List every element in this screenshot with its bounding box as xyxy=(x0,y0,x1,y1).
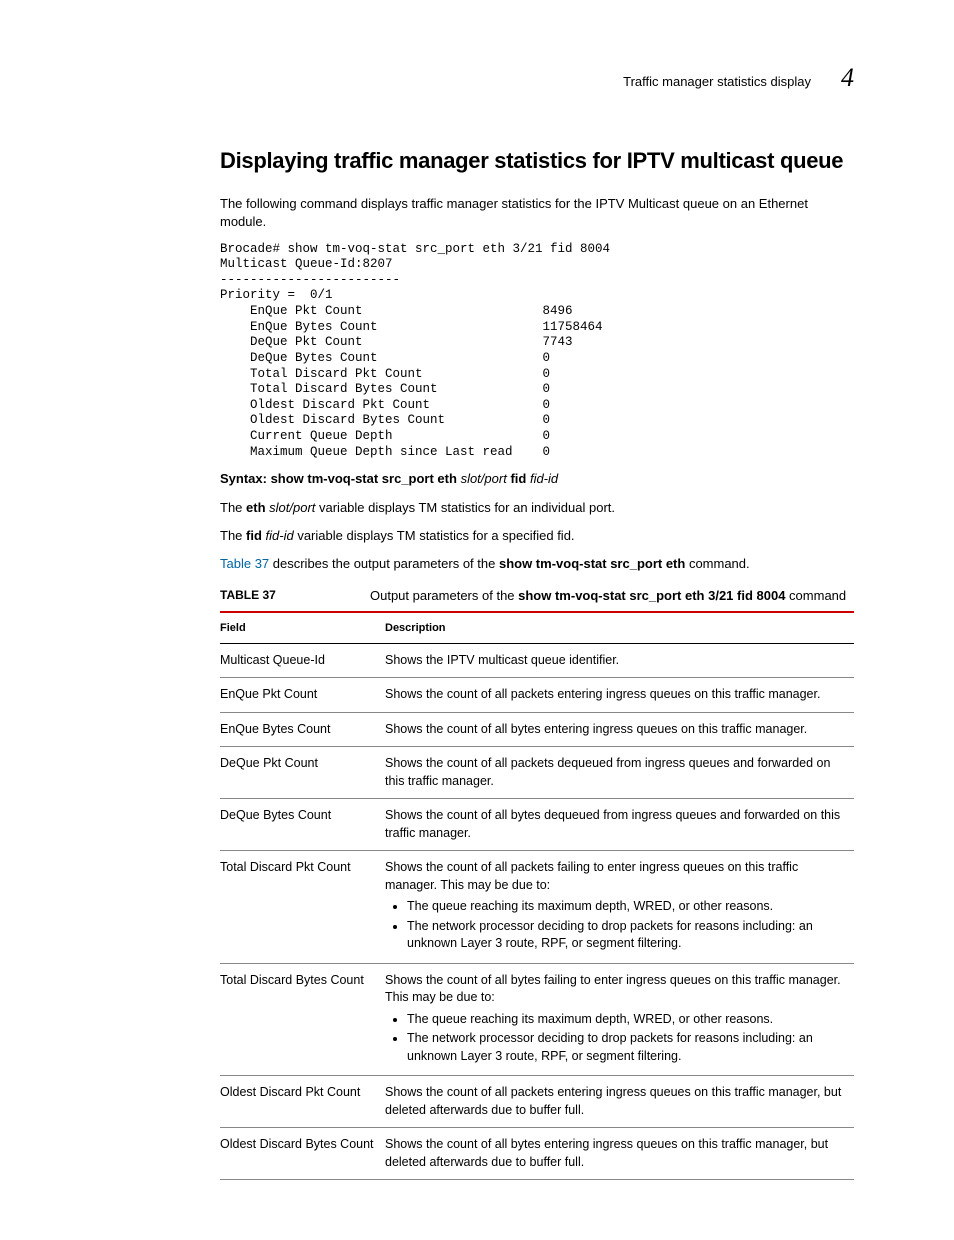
page-header: Traffic manager statistics display 4 xyxy=(100,60,854,96)
table-row: Total Discard Pkt Count Shows the count … xyxy=(220,851,854,964)
cell-desc: Shows the count of all packets failing t… xyxy=(385,851,854,964)
th-description: Description xyxy=(385,612,854,643)
section-title: Displaying traffic manager statistics fo… xyxy=(220,146,854,177)
cell-field: Oldest Discard Pkt Count xyxy=(220,1076,385,1128)
keyword: fid xyxy=(246,528,262,543)
cell-field: DeQue Pkt Count xyxy=(220,747,385,799)
header-number: 4 xyxy=(841,60,854,96)
list-item: The queue reaching its maximum depth, WR… xyxy=(407,898,844,916)
cell-field: Total Discard Bytes Count xyxy=(220,963,385,1076)
table-link[interactable]: Table 37 xyxy=(220,556,269,571)
command: show tm-voq-stat src_port eth xyxy=(499,556,685,571)
th-field: Field xyxy=(220,612,385,643)
cell-desc: Shows the count of all packets entering … xyxy=(385,678,854,713)
list-item: The network processor deciding to drop p… xyxy=(407,1030,844,1065)
text: Shows the count of all bytes failing to … xyxy=(385,973,841,1005)
command: show tm-voq-stat src_port eth 3/21 fid 8… xyxy=(518,588,785,603)
cell-desc: Shows the count of all bytes failing to … xyxy=(385,963,854,1076)
cell-desc: Shows the count of all packets entering … xyxy=(385,1076,854,1128)
cell-field: Multicast Queue-Id xyxy=(220,643,385,678)
cell-field: EnQue Bytes Count xyxy=(220,712,385,747)
arg: fid-id xyxy=(266,528,294,543)
table-row: EnQue Bytes Count Shows the count of all… xyxy=(220,712,854,747)
table-row: Oldest Discard Pkt Count Shows the count… xyxy=(220,1076,854,1128)
table-caption: TABLE 37 Output parameters of the show t… xyxy=(220,587,854,605)
syntax-line: Syntax: show tm-voq-stat src_port eth sl… xyxy=(220,470,854,488)
table-row: DeQue Bytes Count Shows the count of all… xyxy=(220,799,854,851)
text: command xyxy=(785,588,846,603)
cell-desc: Shows the count of all bytes entering in… xyxy=(385,712,854,747)
cell-field: EnQue Pkt Count xyxy=(220,678,385,713)
syntax-arg1: slot/port xyxy=(461,471,507,486)
cell-field: Oldest Discard Bytes Count xyxy=(220,1128,385,1180)
syntax-prefix: Syntax: show tm-voq-stat src_port eth xyxy=(220,471,457,486)
cell-desc: Shows the count of all bytes dequeued fr… xyxy=(385,799,854,851)
table-row: EnQue Pkt Count Shows the count of all p… xyxy=(220,678,854,713)
bullet-list: The queue reaching its maximum depth, WR… xyxy=(385,1011,844,1066)
text: command. xyxy=(685,556,749,571)
paragraph-eth: The eth slot/port variable displays TM s… xyxy=(220,499,854,517)
text: Shows the count of all packets failing t… xyxy=(385,860,798,892)
table-row: Oldest Discard Bytes Count Shows the cou… xyxy=(220,1128,854,1180)
arg: slot/port xyxy=(269,500,315,515)
list-item: The network processor deciding to drop p… xyxy=(407,918,844,953)
params-table: Field Description Multicast Queue-Id Sho… xyxy=(220,611,854,1180)
paragraph-ref: Table 37 describes the output parameters… xyxy=(220,555,854,573)
text: variable displays TM statistics for an i… xyxy=(315,500,615,515)
table-label: TABLE 37 xyxy=(220,587,370,604)
table-row: Multicast Queue-Id Shows the IPTV multic… xyxy=(220,643,854,678)
cli-output: Brocade# show tm-voq-stat src_port eth 3… xyxy=(220,242,854,461)
header-text: Traffic manager statistics display xyxy=(623,73,811,91)
syntax-mid: fid xyxy=(510,471,526,486)
table-caption-text: Output parameters of the show tm-voq-sta… xyxy=(370,587,854,605)
bullet-list: The queue reaching its maximum depth, WR… xyxy=(385,898,844,953)
cell-desc: Shows the count of all bytes entering in… xyxy=(385,1128,854,1180)
cell-desc: Shows the count of all packets dequeued … xyxy=(385,747,854,799)
table-row: DeQue Pkt Count Shows the count of all p… xyxy=(220,747,854,799)
keyword: eth xyxy=(246,500,266,515)
paragraph-fid: The fid fid-id variable displays TM stat… xyxy=(220,527,854,545)
text: The xyxy=(220,500,246,515)
intro-paragraph: The following command displays traffic m… xyxy=(220,195,854,231)
cell-field: DeQue Bytes Count xyxy=(220,799,385,851)
text: The xyxy=(220,528,246,543)
table-row: Total Discard Bytes Count Shows the coun… xyxy=(220,963,854,1076)
syntax-arg2: fid-id xyxy=(530,471,558,486)
text: describes the output parameters of the xyxy=(269,556,499,571)
list-item: The queue reaching its maximum depth, WR… xyxy=(407,1011,844,1029)
content: Displaying traffic manager statistics fo… xyxy=(220,146,854,1180)
text: Output parameters of the xyxy=(370,588,518,603)
cell-field: Total Discard Pkt Count xyxy=(220,851,385,964)
text: variable displays TM statistics for a sp… xyxy=(294,528,575,543)
cell-desc: Shows the IPTV multicast queue identifie… xyxy=(385,643,854,678)
